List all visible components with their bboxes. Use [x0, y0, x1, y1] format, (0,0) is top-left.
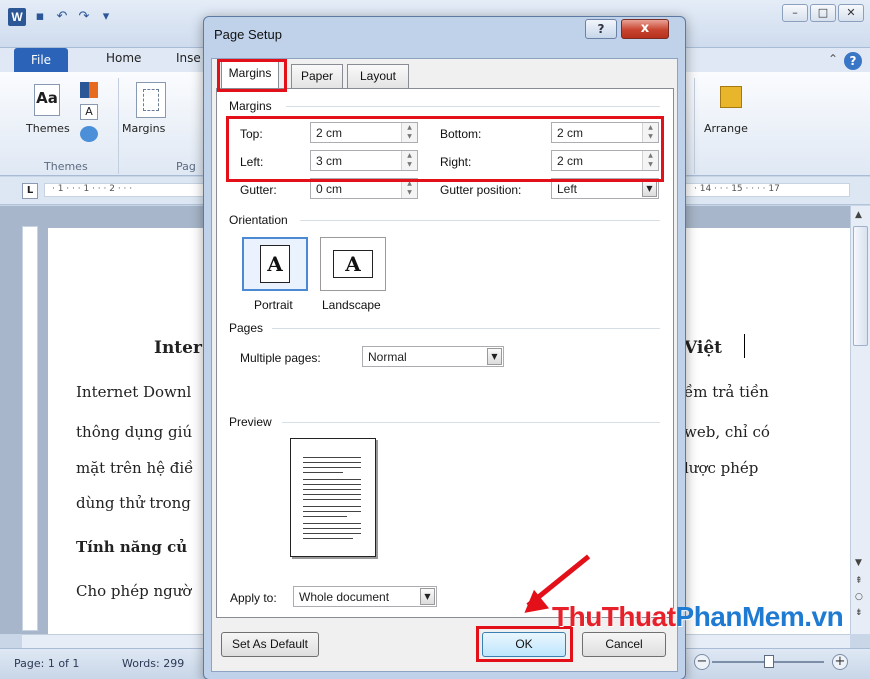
dropdown-arrow-icon[interactable]: ▼	[642, 180, 657, 197]
browse-object-icon[interactable]: ○	[855, 592, 863, 602]
vertical-scrollbar[interactable]: ▲ ▼ ⇞ ○ ⇟	[850, 206, 870, 634]
margins-section-title: Margins	[229, 99, 276, 113]
doc-line-1-left: Internet Downl	[76, 383, 192, 401]
vertical-ruler	[22, 226, 38, 631]
dialog-help-button[interactable]: ?	[585, 19, 617, 39]
dropdown-arrow-icon[interactable]: ▼	[487, 348, 502, 365]
tab-file[interactable]: File	[14, 48, 68, 72]
tab-home[interactable]: Home	[106, 51, 141, 65]
zoom-slider-thumb[interactable]	[764, 655, 774, 668]
doc-section-heading: Tính năng củ	[76, 538, 188, 556]
apply-to-select[interactable]: Whole document ▼	[293, 586, 437, 607]
set-as-default-button[interactable]: Set As Default	[221, 632, 319, 657]
doc-line-2-left: thông dụng giú	[76, 423, 193, 441]
landscape-option[interactable]: A	[320, 237, 386, 291]
gutter-label: Gutter:	[240, 183, 277, 197]
landscape-label[interactable]: Landscape	[322, 298, 381, 312]
collapse-ribbon-icon[interactable]: ⌃	[828, 52, 838, 66]
save-icon[interactable]: ▪	[32, 9, 48, 25]
watermark-part-3: .vn	[804, 601, 844, 632]
previous-page-icon[interactable]: ⇞	[855, 576, 863, 586]
theme-colors-icon[interactable]	[80, 82, 98, 98]
tab-paper[interactable]: Paper	[291, 64, 343, 88]
status-page-count[interactable]: Page: 1 of 1	[14, 657, 79, 670]
gutter-position-value: Left	[557, 182, 578, 196]
multiple-pages-label: Multiple pages:	[240, 351, 321, 365]
margins-button[interactable]: Margins	[122, 122, 165, 135]
customize-qat-icon[interactable]: ▾	[98, 9, 114, 25]
preview-section-title: Preview	[229, 415, 276, 429]
dialog-title: Page Setup	[214, 27, 282, 42]
apply-to-value: Whole document	[299, 590, 390, 604]
doc-line-1-right: ềm trả tiền	[684, 383, 769, 401]
portrait-page-icon: A	[260, 245, 290, 283]
minimize-button[interactable]: –	[782, 4, 808, 22]
zoom-out-button[interactable]: −	[694, 654, 710, 670]
doc-line-4-left: dùng thử trong	[76, 494, 191, 512]
close-window-button[interactable]: ✕	[838, 4, 864, 22]
scroll-down-icon[interactable]: ▼	[855, 558, 862, 568]
watermark-part-2: PhanMem	[675, 601, 805, 632]
portrait-label[interactable]: Portrait	[254, 298, 293, 312]
status-word-count[interactable]: Words: 299	[122, 657, 184, 670]
window-controls: – □ ✕	[782, 4, 864, 22]
doc-line-3-left: mặt trên hệ điề	[76, 459, 194, 477]
doc-line-3-right: lược phép	[684, 459, 759, 477]
landscape-page-icon: A	[333, 250, 373, 278]
arrange-icon[interactable]	[720, 86, 742, 108]
themes-button[interactable]: Themes	[26, 122, 70, 135]
theme-effects-icon[interactable]	[80, 126, 98, 142]
highlight-margin-fields	[226, 116, 664, 182]
word-logo-icon[interactable]: W	[8, 8, 26, 26]
multiple-pages-select[interactable]: Normal ▼	[362, 346, 504, 367]
theme-fonts-icon[interactable]: A	[80, 104, 98, 120]
section-divider	[286, 106, 660, 107]
watermark-logo: ThuThuatPhanMem.vn	[552, 601, 844, 633]
scroll-thumb[interactable]	[853, 226, 868, 346]
text-cursor	[744, 334, 745, 358]
page-setup-group-label: Pag	[176, 160, 196, 173]
gutter-position-label: Gutter position:	[440, 183, 522, 197]
apply-to-label: Apply to:	[230, 591, 277, 605]
undo-icon[interactable]: ↶	[54, 9, 70, 25]
quick-access-toolbar: W ▪ ↶ ↷ ▾	[8, 8, 114, 26]
section-divider	[272, 328, 660, 329]
highlight-margins-tab	[217, 59, 287, 92]
tab-layout[interactable]: Layout	[347, 64, 409, 88]
multiple-pages-value: Normal	[368, 350, 407, 364]
gutter-value: 0 cm	[316, 182, 343, 196]
themes-icon[interactable]: Aa	[34, 84, 60, 116]
redo-icon[interactable]: ↷	[76, 9, 92, 25]
tab-selector-icon[interactable]: L	[22, 183, 38, 199]
dialog-close-button[interactable]: x	[621, 19, 669, 39]
arrange-button[interactable]: Arrange	[704, 122, 748, 135]
help-icon[interactable]: ?	[844, 52, 862, 70]
next-page-icon[interactable]: ⇟	[855, 608, 863, 618]
portrait-option[interactable]: A	[242, 237, 308, 291]
pages-section-title: Pages	[229, 321, 268, 335]
themes-group-label: Themes	[44, 160, 88, 173]
zoom-in-button[interactable]: +	[832, 654, 848, 670]
preview-page-thumbnail	[290, 438, 376, 557]
tab-insert[interactable]: Inse	[176, 51, 201, 65]
watermark-part-1: ThuThuat	[552, 601, 676, 632]
doc-heading-left: Inter	[154, 338, 202, 358]
ruler-numbers-left: · 1 · · · 1 · · · 2 · · ·	[52, 184, 133, 194]
ruler-numbers-right: · 14 · · · 15 · · · · 17	[694, 184, 780, 194]
orientation-section-title: Orientation	[229, 213, 292, 227]
ribbon-separator	[694, 78, 695, 174]
ribbon-separator	[118, 78, 119, 174]
doc-line-5-left: Cho phép ngườ	[76, 582, 192, 600]
scroll-up-icon[interactable]: ▲	[855, 210, 862, 220]
cancel-button[interactable]: Cancel	[582, 632, 666, 657]
doc-line-2-right: web, chỉ có	[684, 423, 770, 441]
maximize-button[interactable]: □	[810, 4, 836, 22]
dropdown-arrow-icon[interactable]: ▼	[420, 588, 435, 605]
doc-heading-right: Việt	[684, 338, 723, 358]
section-divider	[282, 422, 660, 423]
margins-icon[interactable]	[136, 82, 166, 118]
section-divider	[300, 220, 660, 221]
